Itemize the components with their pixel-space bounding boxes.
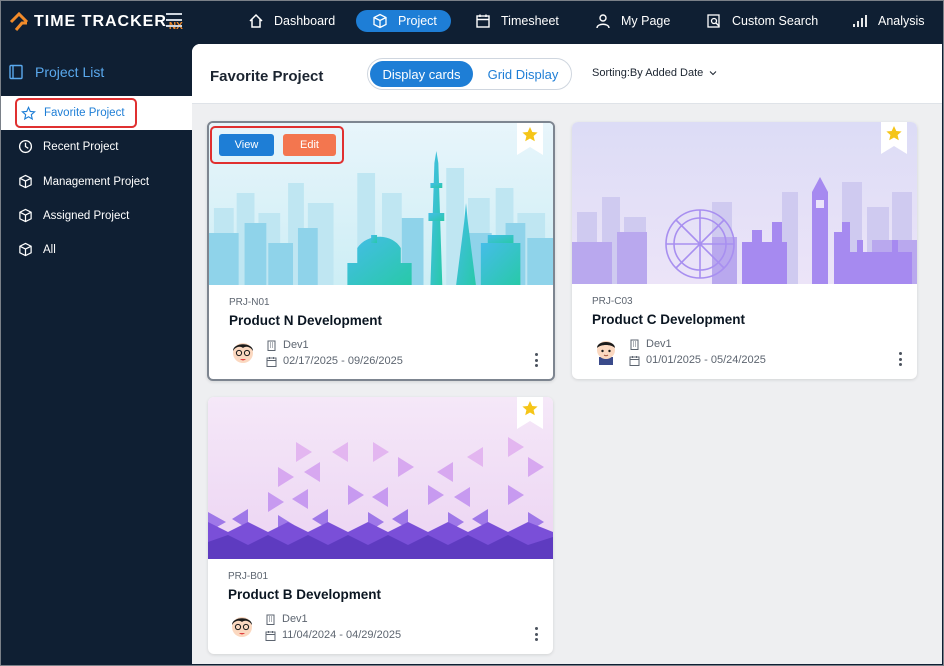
avatar (233, 343, 253, 363)
date-range: 02/17/2025 - 09/26/2025 (283, 355, 403, 367)
nav-label: Timesheet (501, 14, 559, 28)
project-card[interactable]: PRJ-C03 Product C Development Dev1 01/01… (572, 122, 917, 379)
date-info: 01/01/2025 - 05/24/2025 (629, 354, 766, 366)
sidebar-item-label: Assigned Project (43, 209, 130, 222)
menu-toggle-icon[interactable] (166, 13, 182, 27)
app-logo[interactable]: TIME TRACKER NX (8, 10, 183, 34)
calendar-icon (476, 14, 490, 28)
cube-icon (19, 174, 32, 189)
main-content: Favorite Project Display cards Grid Disp… (192, 44, 942, 664)
sorting-label: Sorting:By Added Date (592, 67, 704, 79)
page-title: Favorite Project (210, 68, 324, 85)
team-info: Dev1 (266, 339, 309, 351)
project-code: PRJ-B01 (228, 571, 269, 582)
display-cards-button[interactable]: Display cards (370, 61, 473, 87)
team-name: Dev1 (282, 613, 308, 625)
date-info: 11/04/2024 - 04/29/2025 (265, 629, 401, 641)
sidebar-item-recent-project[interactable]: Recent Project (18, 139, 118, 154)
card-body: PRJ-C03 Product C Development Dev1 01/01… (572, 284, 917, 379)
nav-my-page[interactable]: My Page (595, 10, 670, 32)
logo-text: TIME TRACKER (34, 13, 167, 30)
content-header: Favorite Project Display cards Grid Disp… (192, 44, 942, 104)
sidebar-title: Project List (35, 64, 105, 80)
nav-label: Custom Search (732, 14, 819, 28)
building-icon (266, 614, 275, 625)
edit-button[interactable]: Edit (283, 134, 336, 156)
cube-icon (19, 242, 32, 257)
nav-label: Dashboard (274, 14, 336, 28)
grid-display-button[interactable]: Grid Display (476, 61, 570, 87)
nav-dashboard[interactable]: Dashboard (248, 10, 335, 32)
sidebar-header: Project List (8, 64, 104, 80)
sidebar-item-label: Management Project (43, 175, 150, 188)
sidebar-item-all[interactable]: All (18, 242, 56, 257)
nav-label: My Page (621, 14, 671, 28)
avatar (232, 617, 252, 637)
card-body: PRJ-N01 Product N Development Dev1 02/17… (209, 285, 553, 379)
sidebar-item-assigned-project[interactable]: Assigned Project (18, 208, 129, 223)
view-toggle: Display cards Grid Display (367, 58, 572, 90)
sidebar: Project List Favorite Project Recent Pro… (0, 44, 192, 666)
logo-icon (9, 11, 29, 31)
top-bar: TIME TRACKER NX Dashboard Project Timesh… (0, 0, 944, 44)
date-range: 11/04/2024 - 04/29/2025 (282, 629, 402, 641)
card-body: PRJ-B01 Product B Development Dev1 11/04… (208, 559, 553, 654)
card-actions-highlight: View Edit (210, 126, 344, 164)
calendar-icon (629, 355, 640, 366)
sidebar-item-management-project[interactable]: Management Project (18, 174, 149, 189)
nav-label: Project (398, 14, 437, 28)
nav-custom-search[interactable]: Custom Search (706, 10, 818, 32)
team-info: Dev1 (265, 613, 308, 625)
project-name[interactable]: Product C Development (592, 312, 745, 327)
sidebar-item-favorite-project[interactable]: Favorite Project (15, 98, 137, 128)
london-skyline-image (572, 122, 917, 284)
nav-project[interactable]: Project (356, 10, 451, 32)
cube-icon (19, 208, 32, 223)
project-card[interactable]: PRJ-B01 Product B Development Dev1 11/04… (208, 397, 553, 654)
nav-analysis[interactable]: Analysis (852, 10, 925, 32)
project-code: PRJ-C03 (592, 296, 633, 307)
star-icon (21, 105, 36, 120)
date-range: 01/01/2025 - 05/24/2025 (646, 354, 766, 366)
user-icon (596, 14, 610, 29)
favorite-star-icon[interactable] (881, 122, 907, 154)
book-icon (9, 64, 23, 80)
view-button[interactable]: View (219, 134, 274, 156)
building-icon (630, 339, 639, 350)
bar-chart-icon (853, 15, 867, 27)
team-info: Dev1 (629, 338, 672, 350)
clock-icon (18, 139, 33, 154)
favorite-star-icon[interactable] (517, 397, 543, 429)
more-options-icon[interactable] (899, 352, 903, 368)
favorite-star-icon[interactable] (517, 123, 543, 155)
date-info: 02/17/2025 - 09/26/2025 (266, 355, 403, 367)
project-card[interactable]: View Edit PRJ-N01 Product N Development … (207, 121, 555, 381)
project-name[interactable]: Product N Development (229, 313, 382, 328)
sidebar-item-label: Recent Project (43, 140, 119, 153)
sidebar-item-favorite-row: Favorite Project (0, 96, 192, 130)
more-options-icon[interactable] (535, 627, 539, 643)
team-name: Dev1 (646, 338, 672, 350)
nav-timesheet[interactable]: Timesheet (475, 10, 559, 32)
sorting-dropdown[interactable]: Sorting:By Added Date (592, 67, 717, 79)
more-options-icon[interactable] (535, 353, 539, 369)
cube-icon (373, 13, 387, 29)
calendar-icon (265, 630, 276, 641)
nav-label: Analysis (878, 14, 925, 28)
triangle-pattern-image (208, 397, 553, 559)
home-icon (249, 13, 263, 28)
team-name: Dev1 (283, 339, 309, 351)
search-doc-icon (707, 14, 720, 28)
project-name[interactable]: Product B Development (228, 587, 381, 602)
avatar (597, 341, 615, 365)
building-icon (267, 340, 276, 351)
project-code: PRJ-N01 (229, 297, 270, 308)
sidebar-item-label: Favorite Project (44, 107, 125, 119)
calendar-icon (266, 356, 277, 367)
chevron-down-icon (709, 71, 717, 76)
sidebar-item-label: All (43, 243, 56, 256)
